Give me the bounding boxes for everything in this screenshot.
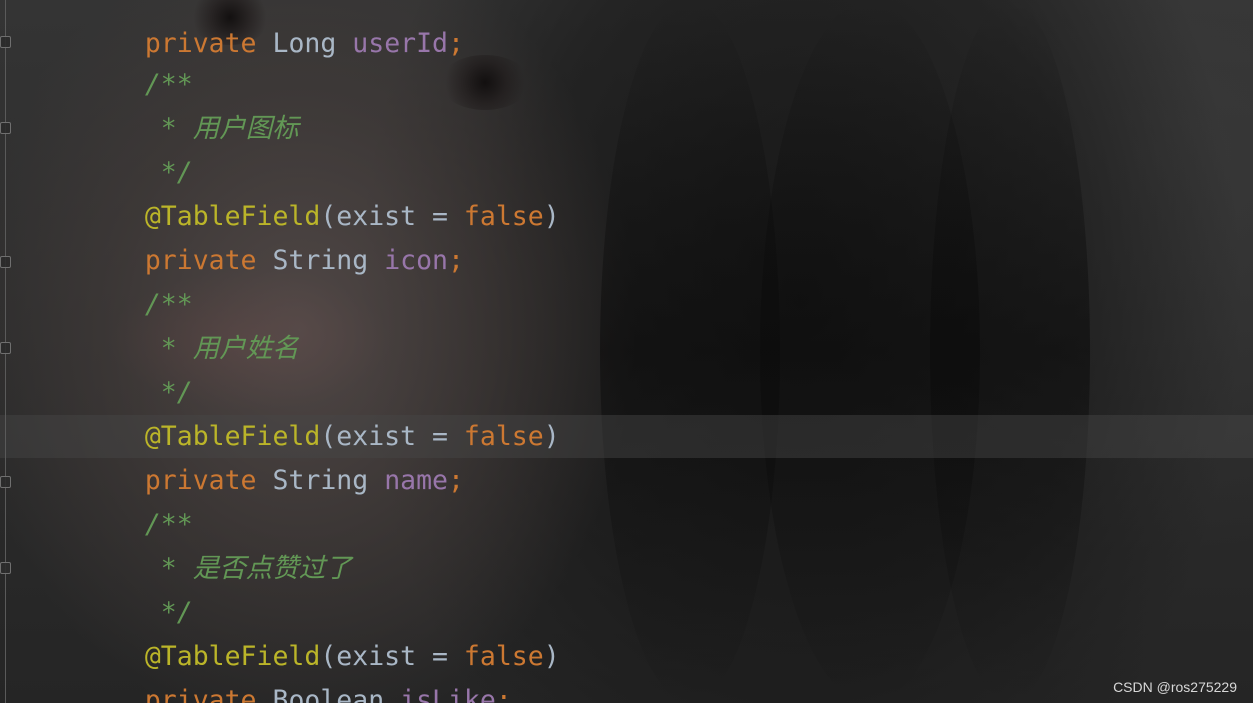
keyword: private <box>144 685 257 703</box>
editor-gutter <box>0 0 14 703</box>
type-name: String <box>272 245 369 276</box>
comment-text: 用户图标 <box>192 113 299 144</box>
code-line[interactable]: * 是否点赞过了 <box>81 503 352 584</box>
code-line[interactable]: @TableField(exist = false) <box>81 371 560 452</box>
comment-text: 用户姓名 <box>192 333 299 364</box>
code-line[interactable]: * 用户姓名 <box>81 283 299 364</box>
fold-marker-icon[interactable] <box>0 36 11 48</box>
background-hair <box>930 0 1090 703</box>
watermark: CSDN @ros275229 <box>1113 679 1237 695</box>
comment-text: 是否点赞过了 <box>192 553 352 584</box>
code-line[interactable]: /** <box>81 19 193 100</box>
code-line[interactable]: /** <box>81 239 193 320</box>
code-line[interactable]: * 用户图标 <box>81 63 299 144</box>
code-line[interactable]: */ <box>81 327 193 408</box>
fold-marker-icon[interactable] <box>0 342 11 354</box>
code-line[interactable]: */ <box>81 547 193 628</box>
fold-marker-icon[interactable] <box>0 256 11 268</box>
semicolon: ; <box>448 245 464 276</box>
close-paren: ) <box>543 641 560 672</box>
code-line[interactable]: @TableField(exist = false) <box>81 151 560 232</box>
type-name: String <box>272 465 369 496</box>
code-line[interactable]: /** <box>81 459 193 540</box>
field-name: icon <box>384 245 449 276</box>
fold-marker-icon[interactable] <box>0 122 11 134</box>
close-paren: ) <box>543 421 560 452</box>
semicolon: ; <box>448 28 464 59</box>
background-hair <box>600 0 780 703</box>
code-line[interactable]: @TableField(exist = false) <box>81 591 560 672</box>
type-name: Boolean <box>272 685 385 703</box>
code-line[interactable]: private String icon; <box>81 195 464 276</box>
field-name: name <box>384 465 449 496</box>
type-name: Long <box>272 28 337 59</box>
field-name: isLike <box>400 685 496 703</box>
fold-marker-icon[interactable] <box>0 562 11 574</box>
boolean-literal: false <box>463 201 544 232</box>
semicolon: ; <box>495 685 512 703</box>
code-line[interactable]: private Boolean isLike; <box>81 635 512 703</box>
code-line-current[interactable]: private String name; <box>81 415 464 496</box>
code-editor[interactable]: private Long userId; /** * 用户图标 */ @Tabl… <box>0 0 1253 703</box>
close-paren: ) <box>543 201 560 232</box>
semicolon: ; <box>448 465 464 496</box>
boolean-literal: false <box>463 421 544 452</box>
field-name: userId <box>352 28 449 59</box>
fold-marker-icon[interactable] <box>0 476 11 488</box>
code-line[interactable]: */ <box>81 107 193 188</box>
